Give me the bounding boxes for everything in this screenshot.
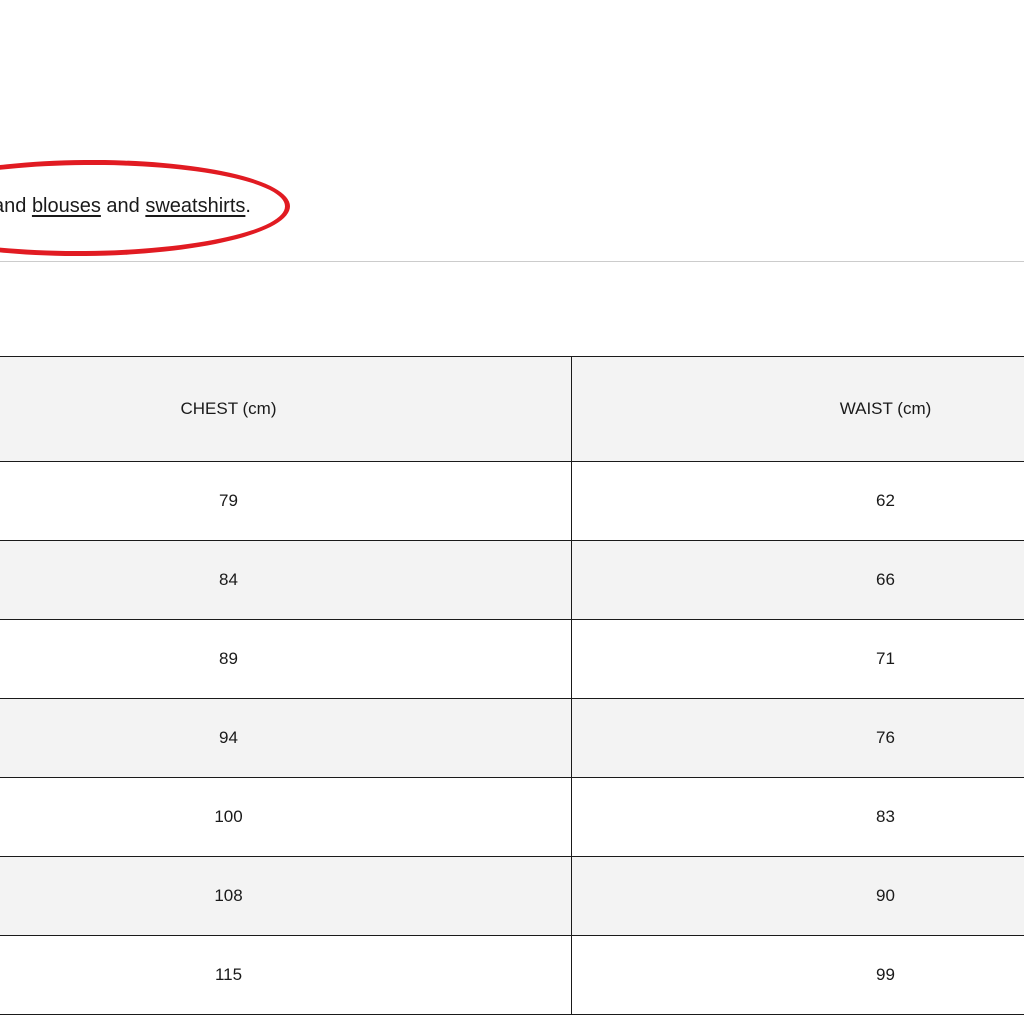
chest-cell: 79 <box>0 461 572 541</box>
table-row: 100 83 <box>0 777 1024 857</box>
section-divider <box>0 261 1024 262</box>
waist-cell: 99 <box>571 935 1024 1015</box>
intro-prefix: and <box>0 195 27 217</box>
chest-cell: 94 <box>0 698 572 778</box>
chest-cell: 89 <box>0 619 572 699</box>
chest-cell: 108 <box>0 856 572 936</box>
header-chest: CHEST (cm) <box>0 356 572 462</box>
table-row: 84 66 <box>0 540 1024 620</box>
size-chart-table: CHEST (cm) WAIST (cm) 79 62 84 66 89 71 <box>0 356 1024 1015</box>
waist-cell: 71 <box>571 619 1024 699</box>
waist-cell: 62 <box>571 461 1024 541</box>
waist-cell: 83 <box>571 777 1024 857</box>
intro-middle: and <box>100 195 146 217</box>
intro-suffix: . <box>245 195 251 217</box>
table-row: 79 62 <box>0 461 1024 541</box>
table-row: 108 90 <box>0 856 1024 936</box>
table-row: 94 76 <box>0 698 1024 778</box>
waist-cell: 66 <box>571 540 1024 620</box>
waist-cell: 76 <box>571 698 1024 778</box>
chest-cell: 115 <box>0 935 572 1015</box>
page: and blouses and sweatshirts. CHEST (cm) … <box>0 0 1024 1024</box>
chest-cell: 100 <box>0 777 572 857</box>
blouses-link[interactable]: blouses <box>32 195 101 217</box>
size-guide-intro-text: and blouses and sweatshirts. <box>0 193 251 219</box>
chest-cell: 84 <box>0 540 572 620</box>
sweatshirts-link[interactable]: sweatshirts <box>145 195 245 217</box>
table-header-row: CHEST (cm) WAIST (cm) <box>0 356 1024 462</box>
table-row: 115 99 <box>0 935 1024 1015</box>
waist-cell: 90 <box>571 856 1024 936</box>
table-row: 89 71 <box>0 619 1024 699</box>
header-waist: WAIST (cm) <box>571 356 1024 462</box>
